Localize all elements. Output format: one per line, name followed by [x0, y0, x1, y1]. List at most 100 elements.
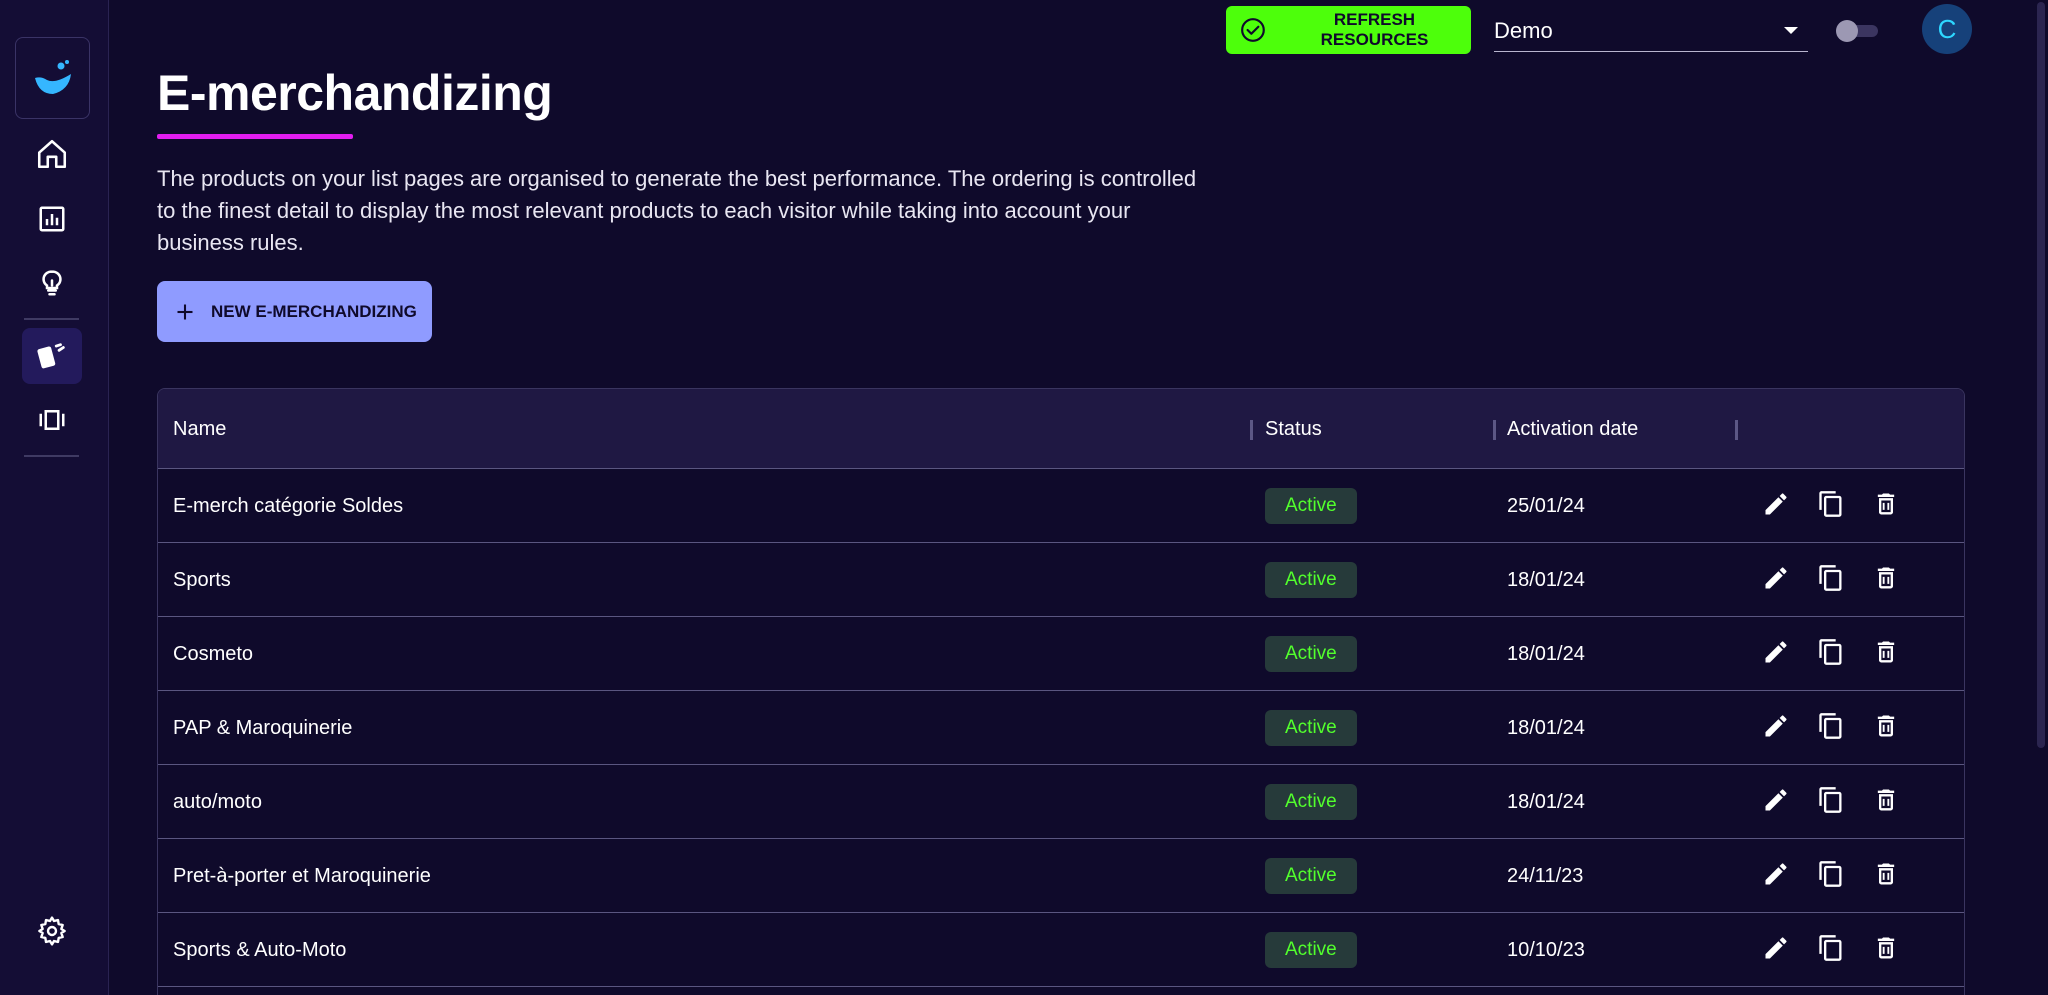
row-name: Sports & Auto-Moto [173, 938, 347, 961]
row-status: Active [1265, 543, 1357, 617]
column-resize-handle[interactable] [1735, 420, 1738, 440]
column-resize-handle[interactable] [1250, 420, 1253, 440]
edit-button[interactable] [1761, 491, 1791, 521]
logo-icon [34, 60, 71, 94]
e-merchandizing-table: Name Status Activation date E-merch caté… [157, 388, 1965, 995]
edit-button[interactable] [1761, 787, 1791, 817]
toggle-knob [1836, 20, 1858, 42]
home-icon [37, 139, 67, 169]
page-description: The products on your list pages are orga… [157, 166, 1197, 255]
copy-icon [1817, 564, 1845, 597]
refresh-resources-button[interactable]: REFRESH RESOURCES [1226, 6, 1471, 54]
delete-button[interactable] [1871, 787, 1901, 817]
carousel-icon [39, 410, 65, 430]
theme-toggle[interactable] [1836, 20, 1880, 42]
copy-icon [1817, 490, 1845, 523]
status-badge: Active [1265, 488, 1357, 524]
table-row[interactable]: PAP & Maroquinerie Active 18/01/24 [158, 691, 1964, 765]
table-row[interactable]: auto/moto Active 18/01/24 [158, 765, 1964, 839]
row-activation-date: 10/10/23 [1507, 938, 1585, 961]
table-row[interactable]: Pret-à-porter et Maroquinerie Active 24/11… [158, 839, 1964, 913]
duplicate-button[interactable] [1816, 934, 1846, 965]
avatar[interactable]: C [1922, 4, 1972, 54]
edit-button[interactable] [1761, 935, 1791, 965]
status-badge: Active [1265, 858, 1357, 894]
pencil-icon [1762, 934, 1790, 967]
sidebar-item-settings[interactable] [22, 903, 82, 959]
check-circle-icon [1241, 18, 1265, 42]
table-row[interactable]: E-merch catégorie Soldes Active 25/01/24 [158, 469, 1964, 543]
sidebar-divider [24, 318, 79, 320]
delete-button[interactable] [1871, 639, 1901, 669]
app-logo[interactable] [15, 37, 90, 119]
avatar-initial: C [1937, 13, 1957, 44]
row-name: Cosmeto [173, 642, 254, 665]
duplicate-button[interactable] [1816, 786, 1846, 819]
table-header: Name Status Activation date [158, 389, 1964, 469]
column-header-status[interactable]: Status [1265, 389, 1322, 469]
table-row[interactable]: Sports Active 18/01/24 [158, 543, 1964, 617]
refresh-resources-label: REFRESH RESOURCES [1320, 10, 1429, 49]
duplicate-button[interactable] [1816, 564, 1846, 597]
chevron-down-icon [1784, 27, 1798, 34]
sidebar-item-insights[interactable] [22, 255, 82, 311]
delete-button[interactable] [1871, 861, 1901, 891]
column-resize-handle[interactable] [1493, 420, 1496, 440]
trash-icon [1872, 712, 1900, 745]
delete-button[interactable] [1871, 491, 1901, 521]
sidebar [0, 0, 109, 995]
status-badge: Active [1265, 562, 1357, 598]
workspace-select-value: Demo [1494, 17, 1553, 43]
copy-icon [1817, 786, 1845, 819]
duplicate-button[interactable] [1816, 860, 1846, 893]
workspace-select[interactable]: Demo [1494, 10, 1808, 52]
trash-icon [1872, 564, 1900, 597]
row-name: auto/moto [173, 790, 262, 813]
delete-button[interactable] [1871, 565, 1901, 595]
duplicate-button[interactable] [1816, 490, 1846, 523]
status-badge: Active [1265, 710, 1357, 746]
lightbulb-icon [42, 270, 62, 296]
row-activation-date: 18/01/24 [1507, 568, 1585, 591]
row-status: Active [1265, 691, 1357, 765]
duplicate-button[interactable] [1816, 638, 1846, 671]
copy-icon [1817, 638, 1845, 671]
edit-button[interactable] [1761, 861, 1791, 891]
sidebar-item-carousel[interactable] [22, 392, 82, 448]
column-header-name[interactable]: Name [173, 389, 226, 469]
sidebar-item-home[interactable] [22, 126, 82, 182]
duplicate-button[interactable] [1816, 712, 1846, 745]
delete-button[interactable] [1871, 713, 1901, 743]
page-title: E-merchandizing [157, 65, 553, 121]
pencil-icon [1762, 712, 1790, 745]
new-e-merchandizing-button[interactable]: NEW E-MERCHANDIZING [157, 281, 432, 342]
trash-icon [1872, 934, 1900, 967]
row-activation-date: 18/01/24 [1507, 716, 1585, 739]
edit-button[interactable] [1761, 565, 1791, 595]
cards-icon [37, 343, 65, 369]
row-activation-date: 24/11/23 [1507, 864, 1584, 887]
trash-icon [1872, 786, 1900, 819]
delete-button[interactable] [1871, 935, 1901, 965]
gear-icon [38, 916, 66, 946]
row-status: Active [1265, 617, 1357, 691]
page-scrollbar[interactable] [2034, 0, 2048, 995]
copy-icon [1817, 860, 1845, 893]
column-header-activation-date[interactable]: Activation date [1507, 389, 1638, 469]
edit-button[interactable] [1761, 713, 1791, 743]
trash-icon [1872, 638, 1900, 671]
sidebar-item-e-merchandizing[interactable] [22, 328, 82, 384]
row-activation-date: 18/01/24 [1507, 790, 1585, 813]
scrollbar-thumb[interactable] [2037, 2, 2045, 748]
row-name: E-merch catégorie Soldes [173, 494, 404, 517]
edit-button[interactable] [1761, 639, 1791, 669]
table-row[interactable]: Sports & Auto-Moto Active 10/10/23 [158, 913, 1964, 987]
row-status: Active [1265, 469, 1357, 543]
copy-icon [1817, 712, 1845, 745]
bar-chart-icon [39, 206, 65, 232]
sidebar-item-analytics[interactable] [22, 191, 82, 247]
row-activation-date: 25/01/24 [1507, 494, 1585, 517]
row-status: Active [1265, 913, 1357, 987]
pencil-icon [1762, 860, 1790, 893]
table-row[interactable]: Cosmeto Active 18/01/24 [158, 617, 1964, 691]
